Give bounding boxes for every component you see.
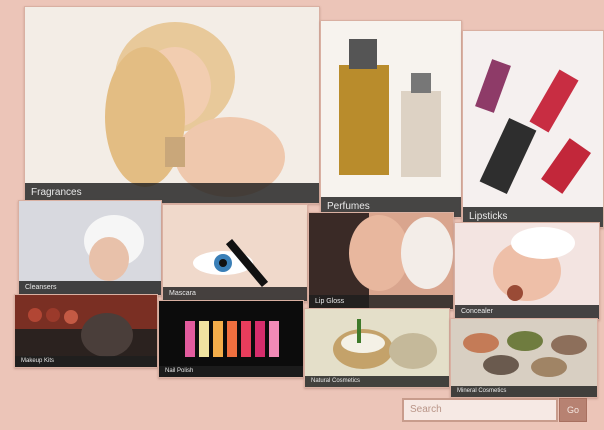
category-tile-cleansers[interactable]: Cleansers [18, 200, 162, 296]
category-label: Natural Cosmetics [305, 376, 449, 387]
category-tile-natural-cosmetics[interactable]: Natural Cosmetics [304, 308, 450, 388]
category-label: Concealer [455, 305, 599, 319]
category-label: Mascara [163, 287, 307, 301]
category-label: Cleansers [19, 281, 161, 295]
category-label: Lip Gloss [309, 295, 453, 309]
category-tile-lip-gloss[interactable]: Lip Gloss [308, 212, 454, 310]
category-tile-lipsticks[interactable]: Lipsticks [462, 30, 604, 228]
category-tile-concealer[interactable]: Concealer [454, 222, 600, 320]
category-label: Nail Polish [159, 366, 303, 377]
category-label: Mineral Cosmetics [451, 386, 597, 397]
category-tile-makeup-kits[interactable]: Makeup Kits [14, 294, 158, 368]
category-label: Makeup Kits [15, 356, 157, 367]
category-grid: Fragrances Perfumes Lipsticks Cleansers [0, 0, 604, 430]
search-input[interactable]: Search [402, 398, 558, 422]
fragrances-photo [25, 7, 319, 203]
category-tile-fragrances[interactable]: Fragrances [24, 6, 320, 204]
category-tile-mascara[interactable]: Mascara [162, 204, 308, 302]
lipsticks-photo [463, 31, 603, 227]
category-tile-perfumes[interactable]: Perfumes [320, 20, 462, 218]
category-tile-nail-polish[interactable]: Nail Polish [158, 300, 304, 378]
perfumes-photo [321, 21, 461, 217]
category-tile-mineral-cosmetics[interactable]: Mineral Cosmetics [450, 318, 598, 398]
search-button[interactable]: Go [559, 398, 587, 422]
